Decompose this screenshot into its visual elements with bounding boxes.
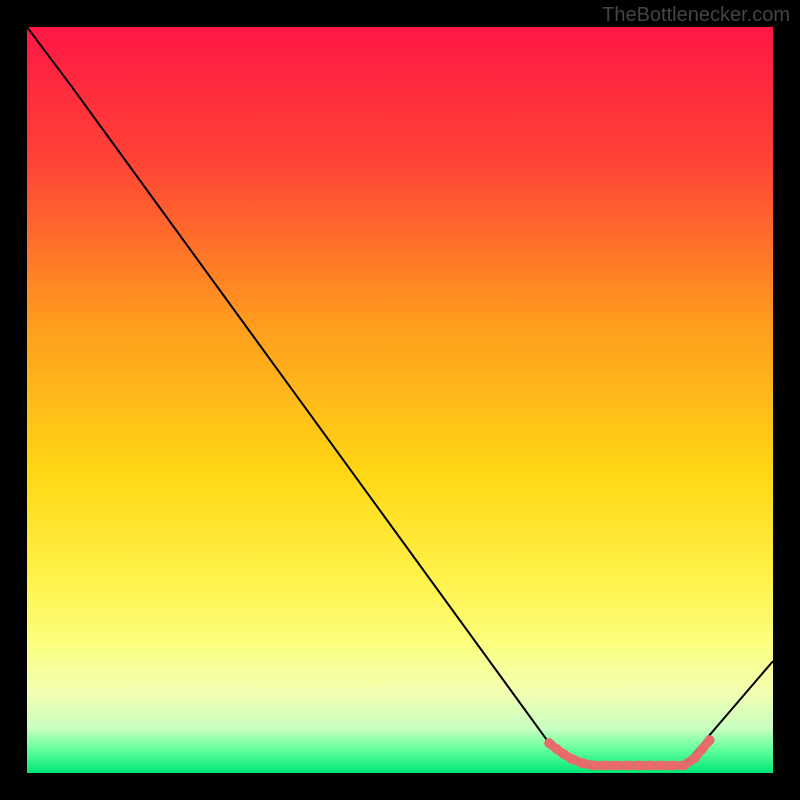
chart-svg (27, 27, 773, 773)
highlight-dot (589, 761, 599, 771)
gradient-background (27, 27, 773, 773)
highlight-dot (634, 761, 644, 771)
highlight-dot (678, 761, 688, 771)
highlight-dot (623, 761, 633, 771)
plot-area (27, 27, 773, 773)
watermark-text: TheBottlenecker.com (602, 4, 790, 27)
highlight-dot (690, 753, 700, 763)
highlight-dot (600, 761, 610, 771)
chart-container: TheBottlenecker.com (0, 0, 800, 800)
highlight-dot (705, 735, 715, 745)
highlight-dot (667, 761, 677, 771)
highlight-dot (645, 761, 655, 771)
highlight-dot (567, 754, 577, 764)
highlight-dot (656, 761, 666, 771)
highlight-dot (611, 761, 621, 771)
highlight-dot (578, 758, 588, 768)
highlight-dot (697, 744, 707, 754)
